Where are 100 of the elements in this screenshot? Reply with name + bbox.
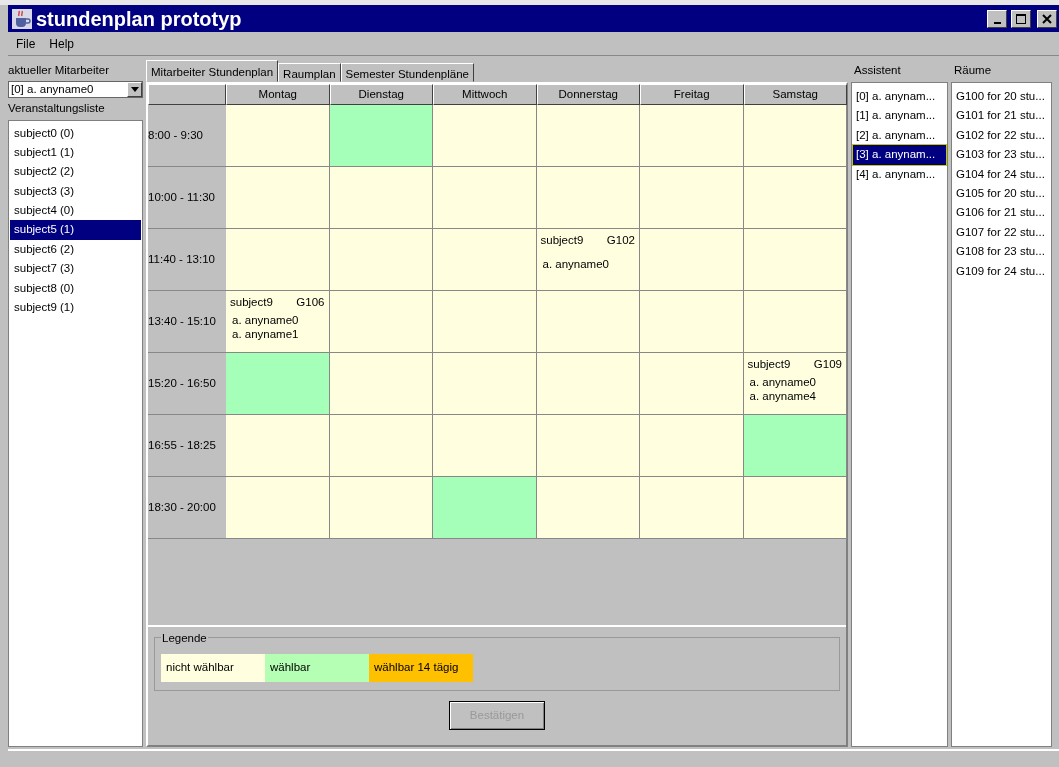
timetable-cell[interactable]: [536, 291, 640, 353]
assistant-item[interactable]: [4] a. anynam...: [853, 164, 946, 184]
column-header: Freitag: [640, 84, 744, 105]
employee-dropdown[interactable]: [0] a. anyname0: [8, 81, 143, 99]
legend-item: wählbar: [265, 654, 369, 682]
timetable-cell[interactable]: [536, 477, 640, 539]
timetable-cell[interactable]: [226, 229, 330, 291]
minimize-button[interactable]: [987, 9, 1007, 28]
room-item[interactable]: G108 for 23 stu...: [953, 242, 1050, 262]
column-header: Mittwoch: [433, 84, 537, 105]
room-name: G109: [813, 357, 842, 371]
assistant-item[interactable]: [1] a. anynam...: [853, 106, 946, 126]
course-item[interactable]: subject3 (3): [10, 181, 141, 202]
timetable-cell[interactable]: [433, 477, 537, 539]
list-heading: Räume: [953, 62, 993, 78]
timetable-cell[interactable]: [743, 291, 847, 353]
timetable-cell[interactable]: [226, 353, 330, 415]
course-item[interactable]: subject6 (2): [10, 239, 141, 260]
tab[interactable]: Raumplan: [278, 63, 341, 82]
timetable-cell[interactable]: [329, 415, 433, 477]
timetable-cell[interactable]: [329, 477, 433, 539]
timetable-cell[interactable]: [433, 291, 537, 353]
menu-item[interactable]: Help: [49, 34, 75, 53]
timetable-cell[interactable]: [640, 167, 744, 229]
timetable-cell[interactable]: [433, 167, 537, 229]
room-item[interactable]: G102 for 22 stu...: [953, 125, 1050, 146]
person-name: a. anyname0: [749, 375, 817, 389]
menu-item[interactable]: File: [16, 34, 36, 53]
tab[interactable]: Semester Stundenpläne: [340, 63, 474, 82]
timetable-cell[interactable]: [743, 415, 847, 477]
course-item[interactable]: subject2 (2): [10, 162, 141, 182]
close-icon: [1041, 12, 1053, 25]
timetable-cell[interactable]: [640, 229, 744, 291]
timetable-cell[interactable]: [433, 229, 537, 291]
assistant-item[interactable]: [0] a. anynam...: [853, 87, 946, 107]
column-header: Dienstag: [329, 84, 433, 105]
room-name: G102: [606, 233, 635, 247]
course-item[interactable]: subject7 (3): [10, 259, 141, 279]
column-header: Donnerstag: [536, 84, 640, 105]
room-item[interactable]: G109 for 24 stu...: [953, 261, 1050, 281]
tab[interactable]: Mitarbeiter Stundenplan: [146, 60, 279, 82]
timetable-cell[interactable]: subject9 G106 a. anyname0 a. anyname1: [226, 291, 330, 353]
course-item[interactable]: subject8 (0): [10, 278, 141, 298]
timetable-cell[interactable]: [329, 291, 433, 353]
timetable-cell[interactable]: [536, 105, 640, 167]
window-title: stundenplan prototyp: [36, 6, 243, 32]
assistant-item[interactable]: [2] a. anynam...: [853, 125, 946, 146]
course-item[interactable]: subject4 (0): [10, 201, 141, 221]
timetable-cell[interactable]: [743, 229, 847, 291]
timetable-cell[interactable]: [226, 167, 330, 229]
person-name: a. anyname4: [749, 389, 817, 403]
person-name: a. anyname1: [232, 327, 300, 341]
room-item[interactable]: G104 for 24 stu...: [953, 164, 1050, 184]
room-item[interactable]: G107 for 22 stu...: [953, 222, 1050, 243]
person-name: a. anyname0: [232, 313, 300, 327]
course-item[interactable]: subject5 (1): [10, 220, 141, 240]
timetable-cell[interactable]: subject9 G102 a. anyname0: [536, 229, 640, 291]
room-name: G106: [296, 295, 325, 309]
timetable-cell[interactable]: [640, 477, 744, 539]
timetable-cell[interactable]: [536, 353, 640, 415]
maximize-button[interactable]: [1011, 9, 1031, 28]
timetable-cell[interactable]: [743, 477, 847, 539]
timetable-cell[interactable]: [640, 105, 744, 167]
timetable-cell[interactable]: [329, 353, 433, 415]
column-header: Samstag: [743, 84, 847, 105]
coffee-cup-icon: [12, 8, 32, 29]
field-label: aktueller Mitarbeiter: [8, 63, 110, 78]
room-item[interactable]: G106 for 21 stu...: [953, 203, 1050, 223]
timetable-cell[interactable]: [743, 167, 847, 229]
legend-item: wählbar 14 tägig: [369, 654, 473, 682]
timetable-cell[interactable]: [329, 105, 433, 167]
timetable-cell[interactable]: [226, 477, 330, 539]
course-item[interactable]: subject0 (0): [10, 123, 141, 143]
room-item[interactable]: G101 for 21 stu...: [953, 106, 1050, 126]
timetable-cell[interactable]: [433, 105, 537, 167]
person-name: a. anyname0: [542, 257, 610, 271]
close-button[interactable]: [1037, 9, 1057, 28]
course-name: subject9: [230, 295, 273, 309]
course-item[interactable]: subject9 (1): [10, 298, 141, 318]
timetable-cell[interactable]: [536, 167, 640, 229]
list-label: Veranstaltungsliste: [8, 101, 106, 117]
room-item[interactable]: G103 for 23 stu...: [953, 145, 1050, 165]
timetable-cell[interactable]: [640, 291, 744, 353]
course-item[interactable]: subject1 (1): [10, 142, 141, 163]
timetable-cell[interactable]: [329, 229, 433, 291]
course-name: subject9: [540, 233, 584, 247]
timetable-cell[interactable]: [536, 415, 640, 477]
timetable-cell[interactable]: subject9 G109 a. anyname0 a. anyname4: [743, 353, 847, 415]
room-item[interactable]: G105 for 20 stu...: [953, 183, 1050, 204]
timetable-cell[interactable]: [640, 415, 744, 477]
timetable-cell[interactable]: [433, 415, 537, 477]
timetable-cell[interactable]: [743, 105, 847, 167]
minimize-icon: [993, 21, 1001, 24]
assistant-item[interactable]: [3] a. anynam...: [853, 145, 946, 165]
timetable-cell[interactable]: [226, 415, 330, 477]
timetable-cell[interactable]: [226, 105, 330, 167]
timetable-cell[interactable]: [329, 167, 433, 229]
room-item[interactable]: G100 for 20 stu...: [953, 87, 1050, 107]
timetable-cell[interactable]: [640, 353, 744, 415]
timetable-cell[interactable]: [433, 353, 537, 415]
